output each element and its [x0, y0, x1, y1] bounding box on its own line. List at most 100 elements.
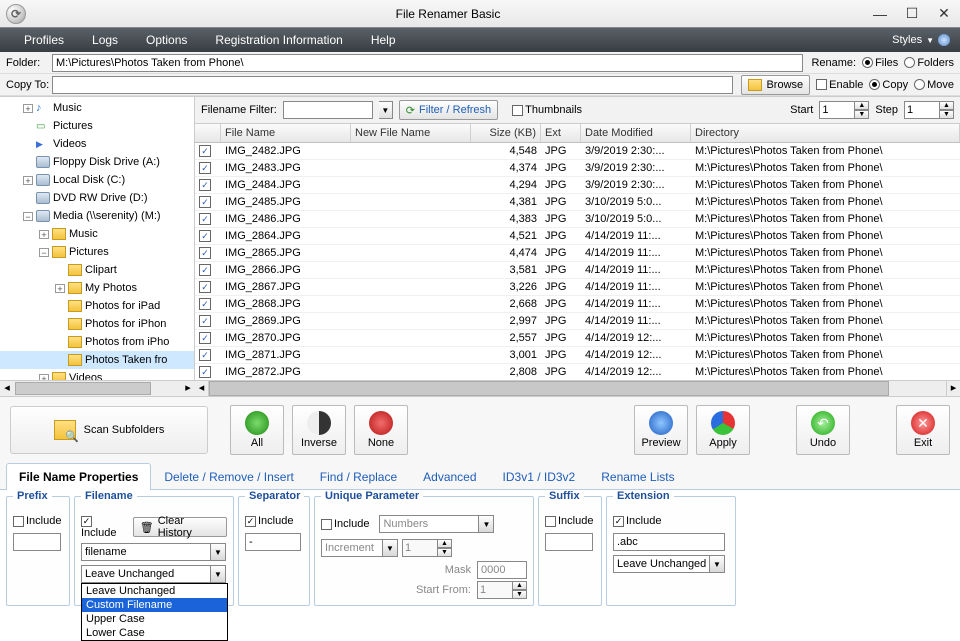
tree-item[interactable]: −Pictures	[0, 243, 194, 261]
table-row[interactable]: ✓IMG_2866.JPG3,581JPG4/14/2019 11:...M:\…	[195, 262, 960, 279]
folder-tree[interactable]: +MusicPicturesVideosFloppy Disk Drive (A…	[0, 97, 195, 396]
tree-item[interactable]: Photos from iPho	[0, 333, 194, 351]
prefix-include-checkbox[interactable]: Include	[13, 515, 61, 527]
table-row[interactable]: ✓IMG_2870.JPG2,557JPG4/14/2019 12:...M:\…	[195, 330, 960, 347]
mask-input[interactable]	[477, 561, 527, 579]
extension-case-combo[interactable]: ▼	[613, 555, 729, 573]
menu-profiles[interactable]: Profiles	[10, 28, 78, 52]
tab-delete-remove-insert[interactable]: Delete / Remove / Insert	[151, 463, 306, 490]
extension-input[interactable]	[613, 533, 725, 551]
clear-history-button[interactable]: 🗑Clear History	[133, 517, 227, 537]
row-checkbox[interactable]: ✓	[199, 281, 211, 293]
enable-checkbox[interactable]: Enable	[816, 79, 863, 91]
copy-radio[interactable]: Copy	[869, 79, 908, 91]
tree-item[interactable]: +My Photos	[0, 279, 194, 297]
suffix-include-checkbox[interactable]: Include	[545, 515, 593, 527]
dropdown-option[interactable]: Upper Case	[82, 612, 227, 626]
tree-item[interactable]: Pictures	[0, 117, 194, 135]
row-checkbox[interactable]: ✓	[199, 196, 211, 208]
tree-item[interactable]: +Music	[0, 99, 194, 117]
table-row[interactable]: ✓IMG_2865.JPG4,474JPG4/14/2019 11:...M:\…	[195, 245, 960, 262]
filename-include-checkbox[interactable]: Include	[81, 515, 129, 539]
row-checkbox[interactable]: ✓	[199, 315, 211, 327]
table-row[interactable]: ✓IMG_2867.JPG3,226JPG4/14/2019 11:...M:\…	[195, 279, 960, 296]
select-all-button[interactable]: All	[230, 405, 284, 455]
tree-item[interactable]: +Music	[0, 225, 194, 243]
tab-id3[interactable]: ID3v1 / ID3v2	[490, 463, 589, 490]
table-row[interactable]: ✓IMG_2864.JPG4,521JPG4/14/2019 11:...M:\…	[195, 228, 960, 245]
suffix-input[interactable]	[545, 533, 593, 551]
expand-icon[interactable]: +	[55, 284, 65, 293]
move-radio[interactable]: Move	[914, 79, 954, 91]
undo-button[interactable]: ↶Undo	[796, 405, 850, 455]
separator-include-checkbox[interactable]: Include	[245, 515, 293, 527]
preview-button[interactable]: Preview	[634, 405, 688, 455]
tree-item[interactable]: Clipart	[0, 261, 194, 279]
row-checkbox[interactable]: ✓	[199, 162, 211, 174]
table-row[interactable]: ✓IMG_2486.JPG4,383JPG3/10/2019 5:0...M:\…	[195, 211, 960, 228]
filename-case-dropdown-list[interactable]: Leave UnchangedCustom FilenameUpper Case…	[81, 583, 228, 641]
select-none-button[interactable]: None	[354, 405, 408, 455]
browse-button[interactable]: Browse	[741, 75, 810, 95]
unique-type-combo[interactable]: ▼	[379, 515, 494, 533]
tab-advanced[interactable]: Advanced	[410, 463, 489, 490]
scan-subfolders-button[interactable]: 🔍Scan Subfolders	[10, 406, 208, 454]
tab-rename-lists[interactable]: Rename Lists	[588, 463, 687, 490]
menu-logs[interactable]: Logs	[78, 28, 132, 52]
row-checkbox[interactable]: ✓	[199, 247, 211, 259]
increment-spinner[interactable]: ▲▼	[402, 539, 452, 557]
expand-icon[interactable]: +	[23, 176, 33, 185]
start-spinner[interactable]: ▲▼	[819, 101, 869, 119]
tree-item[interactable]: Floppy Disk Drive (A:)	[0, 153, 194, 171]
table-row[interactable]: ✓IMG_2871.JPG3,001JPG4/14/2019 12:...M:\…	[195, 347, 960, 364]
dropdown-option[interactable]: Leave Unchanged	[82, 584, 227, 598]
filter-dropdown-button[interactable]: ▼	[379, 101, 393, 119]
rename-files-radio[interactable]: Files	[862, 57, 898, 69]
menu-options[interactable]: Options	[132, 28, 201, 52]
close-button[interactable]: ✕	[928, 0, 960, 28]
row-checkbox[interactable]: ✓	[199, 145, 211, 157]
increment-combo[interactable]: ▼	[321, 539, 398, 557]
table-row[interactable]: ✓IMG_2483.JPG4,374JPG3/9/2019 2:30:...M:…	[195, 160, 960, 177]
tree-item[interactable]: −Media (\\serenity) (M:)	[0, 207, 194, 225]
row-checkbox[interactable]: ✓	[199, 230, 211, 242]
folder-input[interactable]	[52, 54, 803, 72]
expand-icon[interactable]: +	[23, 104, 33, 113]
copyto-input[interactable]	[52, 76, 733, 94]
expand-icon[interactable]: −	[39, 248, 49, 257]
row-checkbox[interactable]: ✓	[199, 298, 211, 310]
maximize-button[interactable]: ☐	[896, 0, 928, 28]
tab-file-name-properties[interactable]: File Name Properties	[6, 463, 151, 490]
expand-icon[interactable]: +	[39, 230, 49, 239]
filter-input[interactable]	[283, 101, 373, 119]
filename-combo[interactable]: ▼	[81, 543, 227, 561]
apply-button[interactable]: Apply	[696, 405, 750, 455]
prefix-input[interactable]	[13, 533, 61, 551]
table-row[interactable]: ✓IMG_2485.JPG4,381JPG3/10/2019 5:0...M:\…	[195, 194, 960, 211]
unique-include-checkbox[interactable]: Include	[321, 518, 369, 530]
select-inverse-button[interactable]: Inverse	[292, 405, 346, 455]
row-checkbox[interactable]: ✓	[199, 366, 211, 378]
minimize-button[interactable]: —	[864, 0, 896, 28]
thumbnails-checkbox[interactable]: Thumbnails	[512, 104, 582, 116]
dropdown-option[interactable]: Custom Filename	[82, 598, 227, 612]
tree-item[interactable]: Photos for iPad	[0, 297, 194, 315]
table-row[interactable]: ✓IMG_2872.JPG2,808JPG4/14/2019 12:...M:\…	[195, 364, 960, 380]
row-checkbox[interactable]: ✓	[199, 332, 211, 344]
table-row[interactable]: ✓IMG_2482.JPG4,548JPG3/9/2019 2:30:...M:…	[195, 143, 960, 160]
tree-item[interactable]: Photos for iPhon	[0, 315, 194, 333]
table-row[interactable]: ✓IMG_2868.JPG2,668JPG4/14/2019 11:...M:\…	[195, 296, 960, 313]
separator-input[interactable]	[245, 533, 301, 551]
table-row[interactable]: ✓IMG_2869.JPG2,997JPG4/14/2019 11:...M:\…	[195, 313, 960, 330]
exit-button[interactable]: ✕Exit	[896, 405, 950, 455]
table-row[interactable]: ✓IMG_2484.JPG4,294JPG3/9/2019 2:30:...M:…	[195, 177, 960, 194]
tree-item[interactable]: +Local Disk (C:)	[0, 171, 194, 189]
step-spinner[interactable]: ▲▼	[904, 101, 954, 119]
styles-dropdown[interactable]: Styles▼	[892, 34, 950, 46]
tree-item[interactable]: DVD RW Drive (D:)	[0, 189, 194, 207]
row-checkbox[interactable]: ✓	[199, 179, 211, 191]
expand-icon[interactable]: −	[23, 212, 33, 221]
tree-item[interactable]: Videos	[0, 135, 194, 153]
start-from-spinner[interactable]: ▲▼	[477, 581, 527, 599]
file-grid[interactable]: File Name New File Name Size (KB) Ext Da…	[195, 124, 960, 380]
